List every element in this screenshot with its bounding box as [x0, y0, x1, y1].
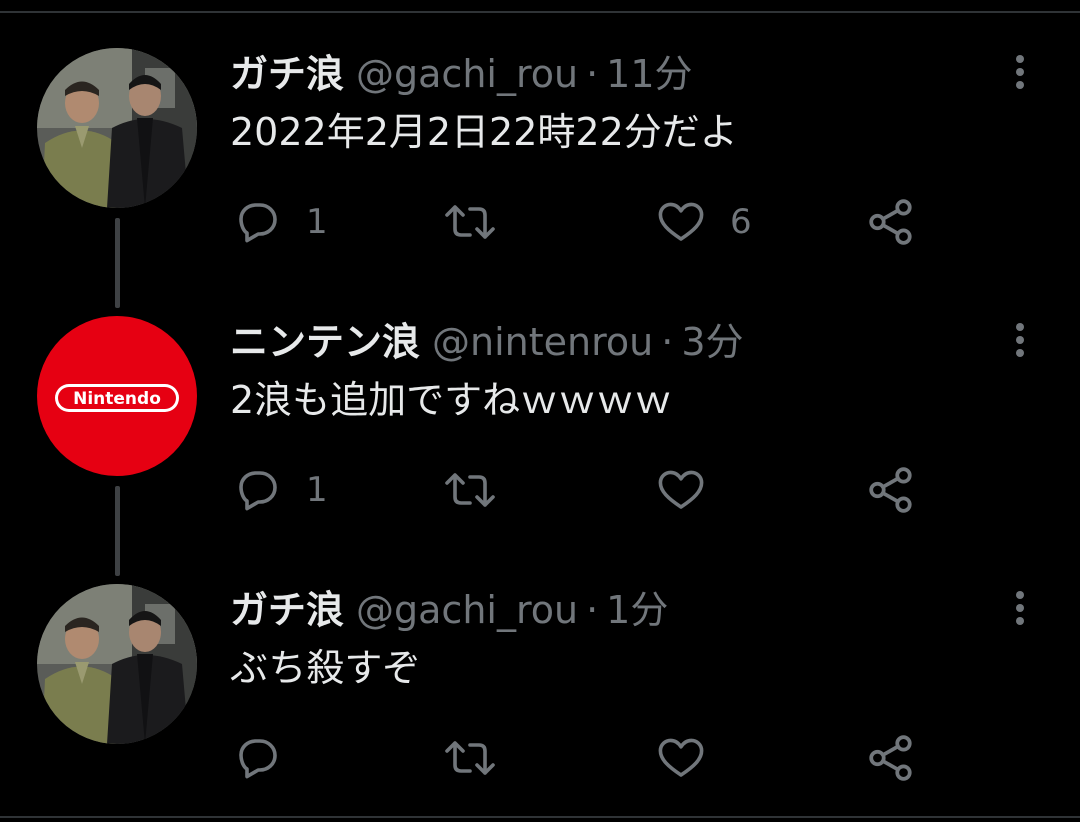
- tweet-header: ガチ浪 @gachi_rou · 11分: [230, 50, 693, 98]
- tweet-text: ぶち殺すぞ: [230, 646, 421, 690]
- tweet-text: 2浪も追加ですねｗｗｗｗ: [230, 378, 673, 422]
- heart-icon: [658, 470, 704, 509]
- reply-count: 1: [306, 470, 328, 510]
- avatar[interactable]: Nintendo: [37, 316, 197, 476]
- photo-avatar-image: [37, 584, 197, 744]
- separator: ·: [586, 588, 599, 632]
- share-button[interactable]: [866, 196, 916, 248]
- reply-count: 1: [306, 202, 328, 242]
- retweet-icon: [445, 205, 495, 239]
- reply-button[interactable]: [234, 732, 306, 784]
- handle[interactable]: @nintenrou: [432, 320, 653, 364]
- share-button[interactable]: [866, 732, 916, 784]
- more-vertical-icon: [1016, 591, 1024, 625]
- like-button[interactable]: [656, 464, 730, 516]
- avatar[interactable]: [37, 584, 197, 744]
- thread-connector: [115, 218, 120, 308]
- nintendo-logo-avatar-image: Nintendo: [37, 316, 197, 476]
- display-name[interactable]: ガチ浪: [230, 588, 344, 632]
- avatar[interactable]: [37, 48, 197, 208]
- timestamp[interactable]: 11分: [606, 52, 692, 96]
- retweet-icon: [445, 473, 495, 507]
- timestamp[interactable]: 3分: [681, 320, 743, 364]
- share-icon: [869, 199, 912, 245]
- more-button[interactable]: [1004, 586, 1036, 630]
- photo-avatar-image: [37, 48, 197, 208]
- reply-button[interactable]: 1: [234, 196, 328, 248]
- heart-icon: [658, 738, 704, 777]
- like-button[interactable]: [656, 732, 730, 784]
- retweet-button[interactable]: [444, 464, 520, 516]
- share-button[interactable]: [866, 464, 916, 516]
- more-button[interactable]: [1004, 318, 1036, 362]
- timestamp[interactable]: 1分: [606, 588, 668, 632]
- more-vertical-icon: [1016, 323, 1024, 357]
- like-button[interactable]: 6: [656, 196, 752, 248]
- more-button[interactable]: [1004, 50, 1036, 94]
- heart-icon: [658, 202, 704, 241]
- reply-icon: [239, 471, 277, 511]
- separator: ·: [661, 320, 674, 364]
- more-vertical-icon: [1016, 55, 1024, 89]
- tweet-text: 2022年2月2日22時22分だよ: [230, 110, 738, 154]
- separator: ·: [586, 52, 599, 96]
- tweet-header: ガチ浪 @gachi_rou · 1分: [230, 586, 668, 634]
- display-name[interactable]: ガチ浪: [230, 52, 344, 96]
- reply-icon: [239, 739, 277, 779]
- reply-button[interactable]: 1: [234, 464, 328, 516]
- handle[interactable]: @gachi_rou: [356, 52, 578, 96]
- top-divider: [0, 11, 1080, 13]
- share-icon: [869, 467, 912, 513]
- retweet-button[interactable]: [444, 732, 520, 784]
- nintendo-logo-text: Nintendo: [73, 389, 161, 409]
- retweet-button[interactable]: [444, 196, 520, 248]
- display-name[interactable]: ニンテン浪: [230, 320, 420, 364]
- reply-icon: [239, 203, 277, 243]
- handle[interactable]: @gachi_rou: [356, 588, 578, 632]
- retweet-icon: [445, 741, 495, 775]
- like-count: 6: [730, 202, 752, 242]
- thread-connector: [115, 486, 120, 576]
- bottom-divider: [0, 816, 1080, 818]
- tweet-header: ニンテン浪 @nintenrou · 3分: [230, 318, 744, 366]
- share-icon: [869, 735, 912, 781]
